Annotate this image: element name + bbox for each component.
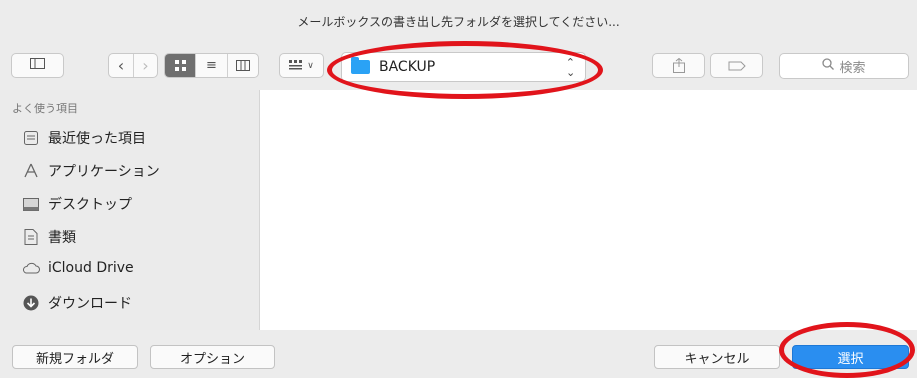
new-folder-button[interactable]: 新規フォルダ <box>12 345 138 369</box>
chevron-left-icon: ‹ <box>117 56 125 75</box>
search-placeholder: 検索 <box>839 60 866 76</box>
column-view-button[interactable] <box>228 54 258 77</box>
sidebar-item-label: 最近使った項目 <box>48 131 146 147</box>
sidebar-item-label: 書類 <box>48 230 76 246</box>
downloads-icon <box>22 295 40 311</box>
chevron-down-icon: ∨ <box>307 60 314 71</box>
search-field[interactable]: 検索 <box>779 53 909 79</box>
desktop-icon <box>22 196 40 212</box>
view-mode-group: ≡ <box>164 53 259 78</box>
sidebar-item-recents[interactable]: 最近使った項目 <box>22 128 146 148</box>
list-view-button[interactable]: ≡ <box>196 54 228 77</box>
sidebar-item-label: iCloud Drive <box>48 260 134 276</box>
footer: 新規フォルダ オプション キャンセル 選択 <box>0 330 917 378</box>
sidebar-item-desktop[interactable]: デスクトップ <box>22 194 132 214</box>
sidebar-item-label: ダウンロード <box>48 296 132 312</box>
choose-button[interactable]: 選択 <box>792 345 909 369</box>
grid-icon <box>174 60 186 71</box>
sidebar-heading: よく使う項目 <box>12 102 78 115</box>
share-icon <box>672 58 685 73</box>
sidebar-item-label: アプリケーション <box>48 164 160 180</box>
forward-button[interactable]: › <box>134 54 157 77</box>
options-button[interactable]: オプション <box>150 345 275 369</box>
sidebar-item-label: デスクトップ <box>48 197 132 213</box>
columns-icon <box>235 60 250 71</box>
sidebar-item-icloud[interactable]: iCloud Drive <box>22 260 134 276</box>
arrange-button[interactable]: ∨ <box>279 53 324 78</box>
chevron-right-icon: › <box>142 56 149 75</box>
sidebar-item-applications[interactable]: アプリケーション <box>22 161 160 181</box>
icon-view-button[interactable] <box>165 54 197 77</box>
search-icon <box>822 58 835 74</box>
cancel-button[interactable]: キャンセル <box>654 345 780 369</box>
list-icon: ≡ <box>206 58 217 73</box>
documents-icon <box>22 229 40 245</box>
tag-icon <box>728 61 746 70</box>
cloud-icon <box>22 260 40 276</box>
sidebar-item-documents[interactable]: 書類 <box>22 227 76 247</box>
sidebar-icon <box>30 58 45 73</box>
location-popup[interactable]: BACKUP ⌃ ⌃ <box>341 52 586 82</box>
applications-icon <box>22 163 40 179</box>
location-label: BACKUP <box>379 59 436 75</box>
arrange-icon <box>289 60 303 70</box>
recent-items-icon <box>22 130 40 146</box>
folder-icon <box>351 57 370 74</box>
file-browser-area[interactable] <box>259 90 917 330</box>
updown-arrows-icon: ⌃ ⌃ <box>565 56 575 78</box>
sidebar-toggle-button[interactable] <box>11 53 64 78</box>
window-title: メールボックスの書き出し先フォルダを選択してください... <box>297 15 620 29</box>
sidebar-item-downloads[interactable]: ダウンロード <box>22 293 132 313</box>
tag-button[interactable] <box>710 53 763 78</box>
sidebar: よく使う項目 最近使った項目 アプリケーション デスクトップ 書類 iCloud… <box>0 90 259 330</box>
back-forward-group: ‹ › <box>108 53 158 78</box>
share-button[interactable] <box>652 53 705 78</box>
back-button[interactable]: ‹ <box>109 54 134 77</box>
